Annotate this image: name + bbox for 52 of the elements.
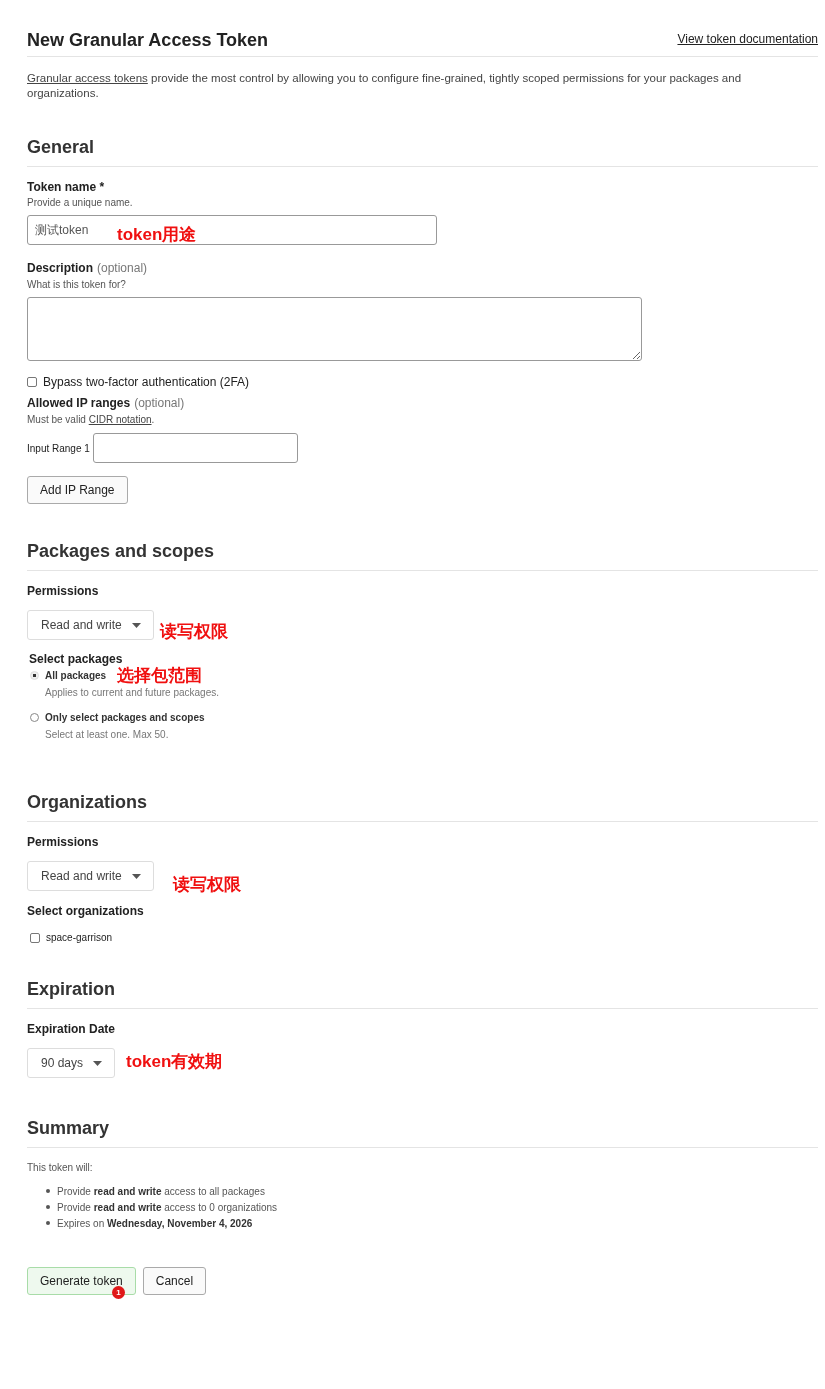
radio-label: Only select packages and scopes [45,712,205,723]
radio-button[interactable] [30,713,39,722]
section-heading: Summary [27,1118,818,1148]
field-label: Description [27,261,93,275]
field-hint: Provide a unique name. [27,197,134,208]
description-field[interactable] [27,297,642,361]
annotation-text: token有效期 [126,1051,223,1073]
annotation-text: 选择包范围 [117,666,202,687]
field-label: Permissions [27,584,100,598]
field-label: Expiration Date [27,1022,117,1036]
field-hint: What is this token for? [27,279,127,290]
caret-icon [93,1060,103,1066]
field-label: Token name * [27,180,106,194]
checkbox[interactable] [30,932,40,943]
field-hint: Must be valid CIDR notation. [27,414,156,425]
intro-text: Granular access tokens provide the most control by allowing you to configure fine-grained, tightly scoped permissions for your packages and organizations. [27,71,743,101]
field-label: Permissions [27,835,100,849]
annotation-text: 读写权限 [173,874,241,896]
section-heading: Expiration [27,979,818,1009]
checkbox[interactable] [27,377,37,387]
annotation-text: token用途 [117,224,197,246]
input-label: Input Range 1 [27,442,90,454]
field-label: Allowed IP ranges [27,396,131,410]
section-heading: Packages and scopes [27,541,818,571]
summary-item: Provide read and write access to 0 organizations [57,1201,278,1213]
radio-label: All packages [45,670,107,681]
section-heading: General [27,137,818,167]
granular-tokens-link[interactable]: Granular access tokens [27,72,148,84]
option-hint: Applies to current and future packages. [45,687,220,698]
optional-label: (optional) [97,261,148,275]
checkbox-label: space-garrison [46,932,113,943]
permissions-dropdown[interactable]: Read and write [27,610,154,640]
expiration-dropdown[interactable]: 90 days [27,1048,116,1078]
optional-label: (optional) [134,396,185,410]
cidr-link[interactable]: CIDR notation [88,414,152,425]
caret-icon [131,873,141,879]
ip-range-field[interactable] [92,433,298,463]
documentation-link[interactable]: View token documentation [677,32,818,46]
permissions-dropdown[interactable]: Read and write [27,861,154,891]
add-ip-range-button[interactable]: Add IP Range [27,476,128,504]
annotation-text: 读写权限 [160,621,228,643]
caret-icon [131,622,141,628]
field-label: Select packages [29,652,124,666]
checkbox-label: Bypass two-factor authentication (2FA) [43,375,250,389]
page-title: New Granular Access Token [27,30,269,51]
section-heading: Organizations [27,792,818,822]
summary-item: Expires on Wednesday, November 4, 2026 [57,1217,253,1229]
option-hint: Select at least one. Max 50. [45,729,170,740]
field-label: Select organizations [27,904,145,918]
summary-item: Provide read and write access to all packages [57,1185,265,1197]
cancel-button[interactable]: Cancel [142,1267,207,1295]
summary-intro: This token will: [27,1162,94,1173]
